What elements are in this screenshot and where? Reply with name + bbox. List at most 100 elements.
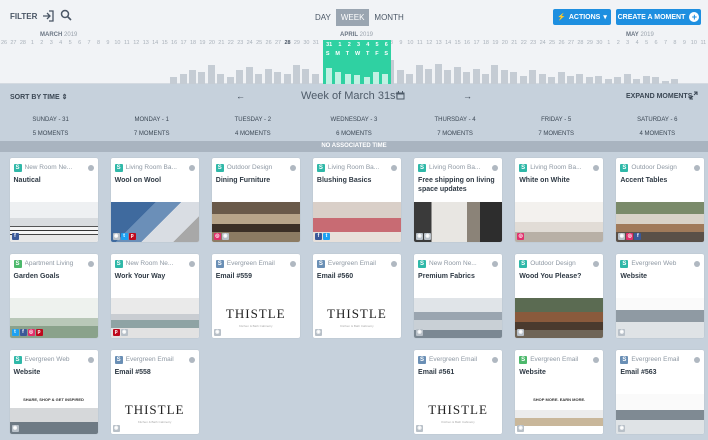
timeline-bar[interactable]	[226, 77, 234, 84]
selected-week-bar[interactable]	[344, 74, 351, 84]
range-week[interactable]: WEEK	[335, 9, 370, 26]
moment-card[interactable]: S New Room Ne... Nautical f	[9, 158, 98, 242]
timeline-bar[interactable]	[463, 72, 471, 84]
day-name: SUNDAY - 31	[32, 117, 69, 123]
timeline-bar[interactable]	[264, 68, 272, 84]
moment-card[interactable]: S Evergreen Email Email #559 THISTLE Kitchen…	[211, 254, 300, 338]
timeline-bar[interactable]	[500, 70, 508, 84]
moment-card[interactable]: S Evergreen Web Website ◉	[616, 254, 705, 338]
search-icon[interactable]	[60, 9, 72, 21]
prev-week-arrow-icon[interactable]: ←	[236, 91, 245, 101]
selected-week-letter: M	[335, 51, 340, 57]
timeline-bar[interactable]	[529, 70, 537, 84]
selected-week-bar[interactable]	[326, 68, 332, 84]
timeline-bar[interactable]	[434, 63, 442, 84]
moment-card[interactable]: S Evergreen Email Email #561 THISTLE Kitchen…	[414, 350, 503, 434]
timeline-bar[interactable]	[425, 68, 433, 84]
timeline-bar[interactable]	[292, 65, 300, 84]
moment-card[interactable]: S Evergreen Email Email #563 ◉	[616, 350, 705, 434]
thistle-logo: THISTLE	[428, 402, 488, 417]
timeline-bar[interactable]	[595, 75, 603, 84]
timeline-bar[interactable]	[179, 73, 187, 84]
timeline-bar[interactable]	[207, 65, 215, 84]
selected-week-highlight[interactable]: 31 1 2 3 4 5 6 S M T W T F S	[323, 40, 391, 84]
timeline-day-number[interactable]: 11	[698, 40, 708, 46]
expand-moments-button[interactable]: EXPAND MOMENTS	[626, 93, 692, 100]
timeline-bar[interactable]	[170, 77, 178, 84]
timeline-bar[interactable]	[652, 77, 660, 84]
timeline-bar[interactable]	[236, 70, 244, 84]
moment-card[interactable]: S Evergreen Email Email #560 THISTLE Kitchen…	[312, 254, 401, 338]
expand-icon[interactable]	[689, 91, 698, 100]
timeline-bar[interactable]	[472, 68, 480, 84]
moment-thumbnail	[616, 394, 705, 434]
timeline-bar[interactable]	[217, 73, 225, 84]
selected-week-bar[interactable]	[382, 74, 389, 84]
timeline-bar[interactable]	[198, 72, 206, 84]
timeline-bar[interactable]	[453, 67, 461, 84]
next-week-arrow-icon[interactable]: →	[463, 91, 472, 101]
timeline-bar[interactable]	[519, 75, 527, 84]
timeline-bar[interactable]	[444, 70, 452, 84]
timeline-bar[interactable]	[538, 73, 546, 84]
moment-card[interactable]: S Living Room Ba... Free shipping on livin…	[414, 158, 503, 242]
moment-card[interactable]: S Evergreen Web Website SHARE, SHOP & GET I…	[9, 350, 98, 434]
moment-card[interactable]: S Living Room Ba... Wool on Wool ◉ t p	[110, 158, 199, 242]
timeline-bar[interactable]	[396, 70, 404, 84]
timeline-bar[interactable]	[623, 73, 631, 84]
timeline-bar[interactable]	[642, 75, 650, 84]
timeline-bar[interactable]	[576, 73, 584, 84]
moment-card[interactable]: S New Room Ne... Work Your Way p ◉	[110, 254, 199, 338]
timeline-bar[interactable]	[510, 72, 518, 84]
moment-card[interactable]: S Evergreen Email Website SHOP MORE. EARN M…	[515, 350, 604, 434]
selected-week-bar[interactable]	[354, 75, 361, 84]
selected-week-bar[interactable]	[335, 72, 342, 84]
range-month[interactable]: MONTH	[369, 9, 408, 26]
status-dot-icon	[188, 356, 195, 363]
timeline-bar[interactable]	[245, 67, 253, 84]
actions-button[interactable]: ⚡ ACTIONS ▾	[553, 9, 611, 25]
timeline-bar[interactable]	[302, 68, 310, 84]
timeline-bar[interactable]	[283, 73, 291, 84]
campaign-name: New Room Ne...	[429, 260, 477, 267]
timeline-bar[interactable]	[548, 77, 556, 84]
moment-card[interactable]: S Evergreen Email Email #558 THISTLE Kitchen…	[110, 350, 199, 434]
timeline-bar[interactable]	[567, 75, 574, 84]
moment-title: Work Your Way	[114, 273, 166, 280]
timeline-bar[interactable]	[255, 73, 263, 84]
timeline-bar[interactable]	[189, 70, 196, 84]
range-day[interactable]: DAY	[310, 9, 336, 26]
selected-week-letter: F	[375, 51, 379, 57]
moment-card[interactable]: S Living Room Ba... Blushing Basics f t	[312, 158, 401, 242]
timeline-bar[interactable]	[274, 72, 282, 84]
moment-card[interactable]: S Outdoor Design Accent Tables ◉ ◎ f	[616, 158, 705, 242]
selected-week-bar[interactable]	[363, 77, 370, 84]
create-moment-button[interactable]: CREATE A MOMENT +	[616, 9, 701, 25]
campaign-badge-icon: S	[13, 259, 22, 268]
card-header: S Evergreen Email	[418, 355, 499, 364]
bolt-icon: ⚡	[557, 14, 566, 21]
timeline-bar[interactable]	[406, 73, 414, 84]
network-icons: ◉	[314, 329, 322, 336]
moment-card[interactable]: S Apartment Living Garden Goals t f ◎ p	[9, 254, 98, 338]
timeline-bar[interactable]	[614, 77, 622, 84]
create-label: CREATE A MOMENT	[617, 13, 686, 21]
selected-week-date: 3	[356, 42, 361, 48]
day-column-header: SATURDAY - 6 4 MOMENTS	[607, 110, 708, 140]
sort-by-time-button[interactable]: SORT BY TIME ⇕	[10, 93, 67, 101]
campaign-name: Outdoor Design	[530, 260, 576, 267]
moment-card[interactable]: S Outdoor Design Dining Furniture ◎ ◉	[211, 158, 300, 242]
moment-title: Website	[13, 369, 41, 376]
timeline-bar[interactable]	[481, 73, 489, 84]
timeline-bar[interactable]	[415, 65, 423, 84]
selected-week-bar[interactable]	[373, 72, 379, 84]
timeline-bar[interactable]	[311, 73, 319, 84]
moment-card[interactable]: S Outdoor Design Wood You Please? ◉	[515, 254, 604, 338]
moment-card[interactable]: S Living Room Ba... White on White ◎	[515, 158, 604, 242]
calendar-icon[interactable]	[396, 91, 405, 100]
timeline-bar[interactable]	[491, 65, 499, 84]
timeline-bar[interactable]	[585, 77, 593, 84]
moment-card[interactable]: S New Room Ne... Premium Fabrics ◉	[414, 254, 503, 338]
timeline-bar[interactable]	[557, 72, 565, 84]
filter-button[interactable]: FILTER	[10, 10, 55, 22]
